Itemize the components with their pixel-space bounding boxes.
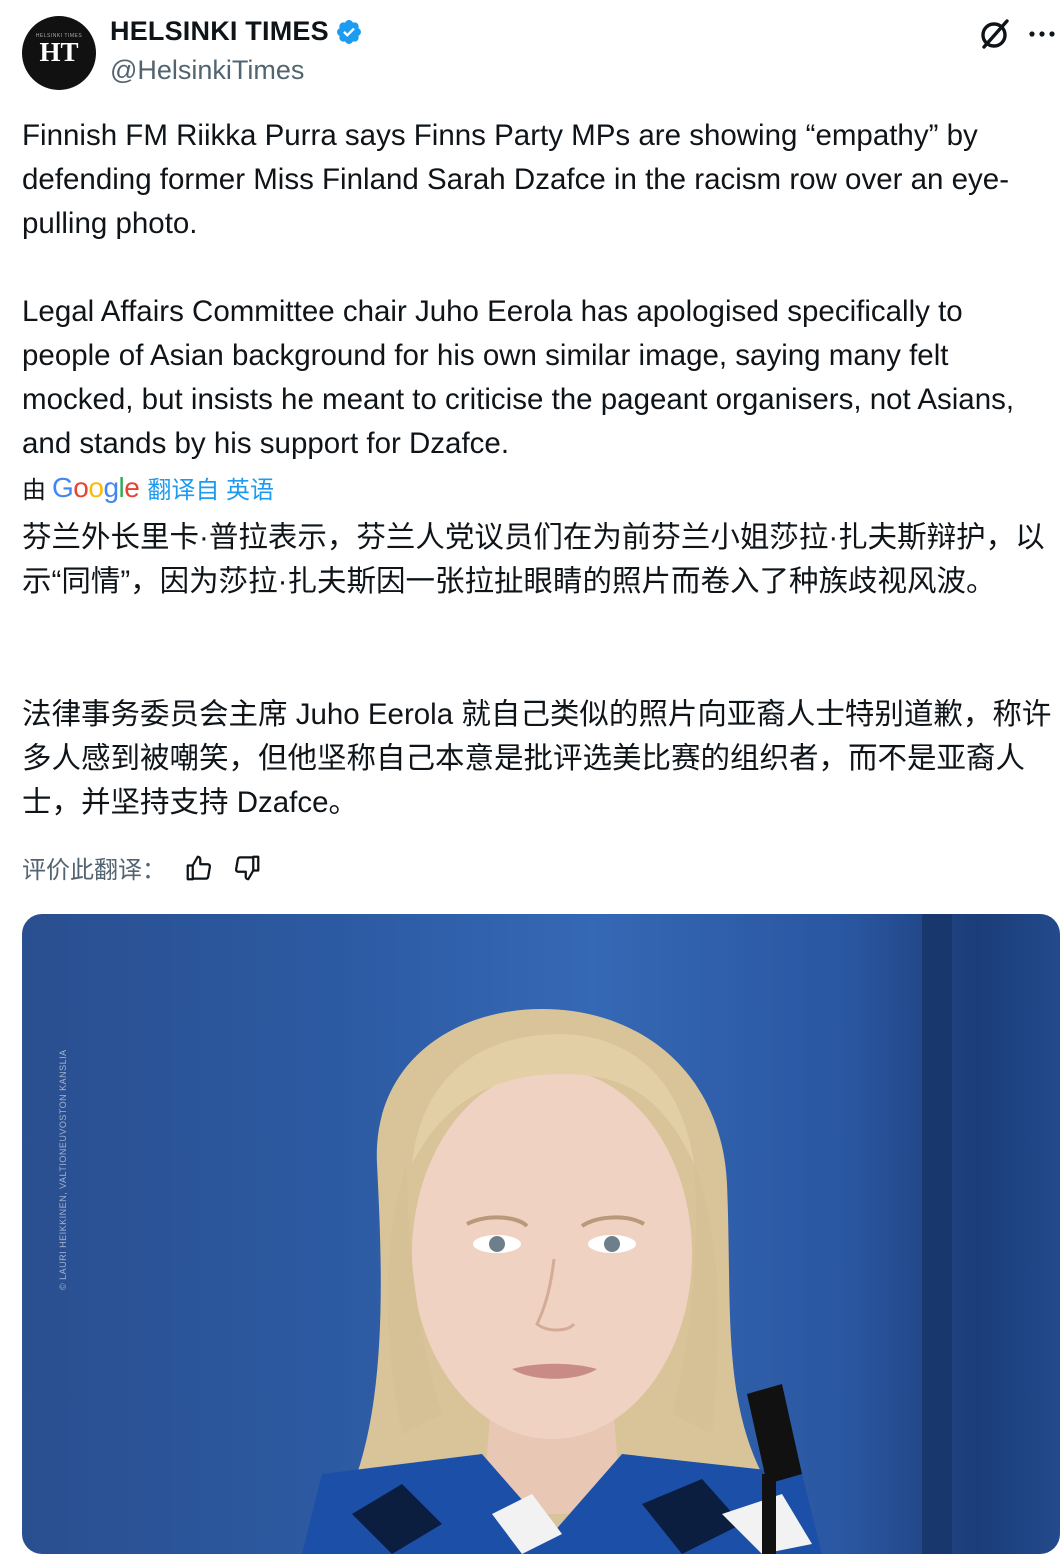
rate-translation-row: 评价此翻译： <box>22 850 262 885</box>
post-paragraph-2: Legal Affairs Committee chair Juho Eerol… <box>22 295 1015 460</box>
translation-paragraph-1: 芬兰外长里卡·普拉表示，芬兰人党议员们在为前芬兰小姐莎拉·扎夫斯辩护，以示“同情… <box>22 521 1045 598</box>
handle[interactable]: @HelsinkiTimes <box>110 55 304 86</box>
photo-credit: © LAURI HEIKKINEN, VALTIONEUVOSTON KANSL… <box>58 1049 68 1290</box>
thumbs-up-icon[interactable] <box>184 853 214 883</box>
grok-icon[interactable] <box>976 16 1012 52</box>
post-paragraph-1: Finnish FM Riikka Purra says Finns Party… <box>22 119 1010 240</box>
portrait-illustration <box>302 914 952 1554</box>
display-name-row[interactable]: HELSINKI TIMES <box>110 16 363 47</box>
translated-by-row: 由 Google 翻译自 英语 <box>22 470 274 505</box>
rate-translation-label: 评价此翻译： <box>22 857 166 884</box>
thumbs-down-icon[interactable] <box>232 853 262 883</box>
avatar-logo-text: HT <box>39 37 79 67</box>
verified-badge-icon <box>336 19 361 44</box>
translate-source-link[interactable]: 翻译自 英语 <box>147 470 274 505</box>
avatar[interactable]: HELSINKI TIMES HT <box>22 16 96 90</box>
google-logo: Google <box>52 471 140 503</box>
display-name[interactable]: HELSINKI TIMES <box>110 16 329 47</box>
post-photo[interactable] <box>22 914 1060 1554</box>
translation-paragraph-2: 法律事务委员会主席 Juho Eerola 就自己类似的照片向亚裔人士特别道歉，… <box>22 698 1052 819</box>
translated-by-label: 由 <box>22 477 46 504</box>
more-icon[interactable] <box>1024 18 1060 50</box>
